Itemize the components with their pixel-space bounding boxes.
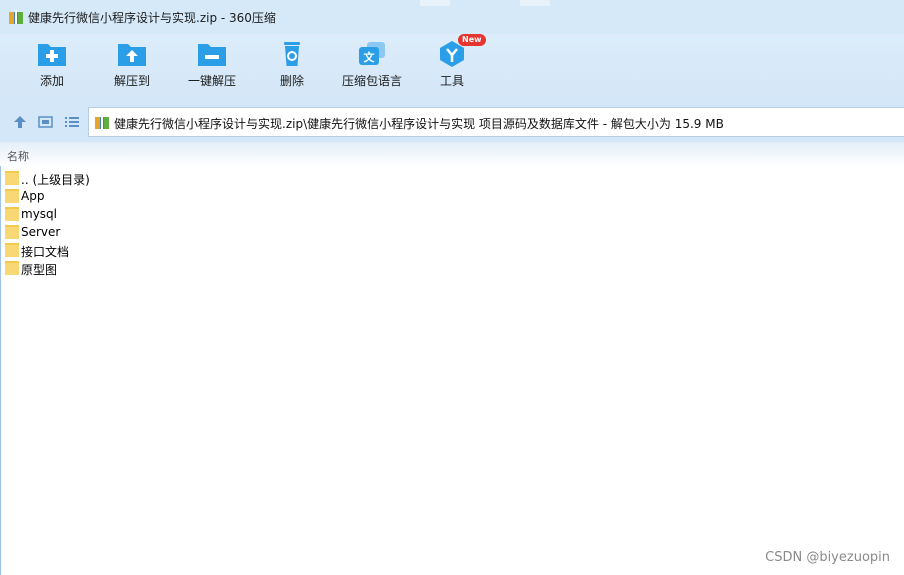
list-item-label: 接口文档 <box>21 245 70 259</box>
tools-label: 工具 <box>439 74 464 88</box>
language-icon: 文 <box>359 42 385 65</box>
list-item-parent-directory[interactable]: .. (上级目录) <box>0 169 904 187</box>
list-item-label: Server <box>21 225 61 239</box>
list-item-label: App <box>21 189 45 203</box>
extract-to-button[interactable]: 解压到 <box>94 36 170 98</box>
folder-icon <box>5 242 19 257</box>
file-list: .. (上级目录) App mysql Server 接口文档 原型图 <box>0 169 904 277</box>
archive-language-label: 压缩包语言 <box>341 74 402 88</box>
address-bar[interactable]: 健康先行微信小程序设计与实现.zip\健康先行微信小程序设计与实现 项目源码及数… <box>88 107 904 137</box>
folder-icon <box>5 170 19 185</box>
quick-extract-button[interactable]: 一键解压 <box>174 36 250 98</box>
titlebar-edge-button[interactable] <box>420 0 450 6</box>
list-item[interactable]: 原型图 <box>0 259 904 277</box>
extract-to-label: 解压到 <box>113 74 150 88</box>
tools-button[interactable]: New 工具 <box>414 34 490 98</box>
title-bar: 健康先行微信小程序设计与实现.zip - 360压缩 <box>0 0 904 34</box>
trash-icon <box>284 42 300 66</box>
navigation-bar: 健康先行微信小程序设计与实现.zip\健康先行微信小程序设计与实现 项目源码及数… <box>0 102 904 142</box>
address-path: 健康先行微信小程序设计与实现.zip\健康先行微信小程序设计与实现 项目源码及数… <box>114 117 724 131</box>
add-label: 添加 <box>39 74 64 88</box>
new-badge: New <box>458 34 486 46</box>
folder-icon <box>5 188 19 203</box>
folder-icon <box>5 260 19 275</box>
list-item[interactable]: 接口文档 <box>0 241 904 259</box>
svg-text:文: 文 <box>364 50 376 64</box>
column-header-name[interactable]: 名称 <box>7 148 29 164</box>
add-button[interactable]: 添加 <box>14 36 90 98</box>
thumbnail-view-icon[interactable] <box>37 113 55 131</box>
titlebar-edge-button[interactable] <box>520 0 550 6</box>
folder-quick-extract-icon <box>198 44 226 66</box>
list-item[interactable]: Server <box>0 223 904 241</box>
folder-add-icon <box>38 44 66 66</box>
delete-label: 删除 <box>279 74 304 88</box>
quick-extract-label: 一键解压 <box>187 74 236 88</box>
archive-icon <box>94 114 110 130</box>
list-header: 名称 <box>0 142 904 166</box>
toolbar: 添加 解压到 一键解压 删除 文 压缩包语言 New 工具 <box>0 34 904 102</box>
watermark: CSDN @biyezuopin <box>765 550 890 565</box>
list-view-icon[interactable] <box>63 113 81 131</box>
folder-icon <box>5 224 19 239</box>
archive-app-icon <box>8 9 24 25</box>
list-item-label: mysql <box>21 207 57 221</box>
delete-button[interactable]: 删除 <box>254 36 330 98</box>
folder-extract-icon <box>118 44 146 66</box>
list-item-label: .. (上级目录) <box>21 173 90 187</box>
up-arrow-icon[interactable] <box>11 113 29 131</box>
list-item[interactable]: App <box>0 187 904 205</box>
list-item-label: 原型图 <box>21 263 58 277</box>
window-title: 健康先行微信小程序设计与实现.zip - 360压缩 <box>28 11 276 25</box>
folder-icon <box>5 206 19 221</box>
list-item[interactable]: mysql <box>0 205 904 223</box>
archive-language-button[interactable]: 文 压缩包语言 <box>334 36 410 98</box>
